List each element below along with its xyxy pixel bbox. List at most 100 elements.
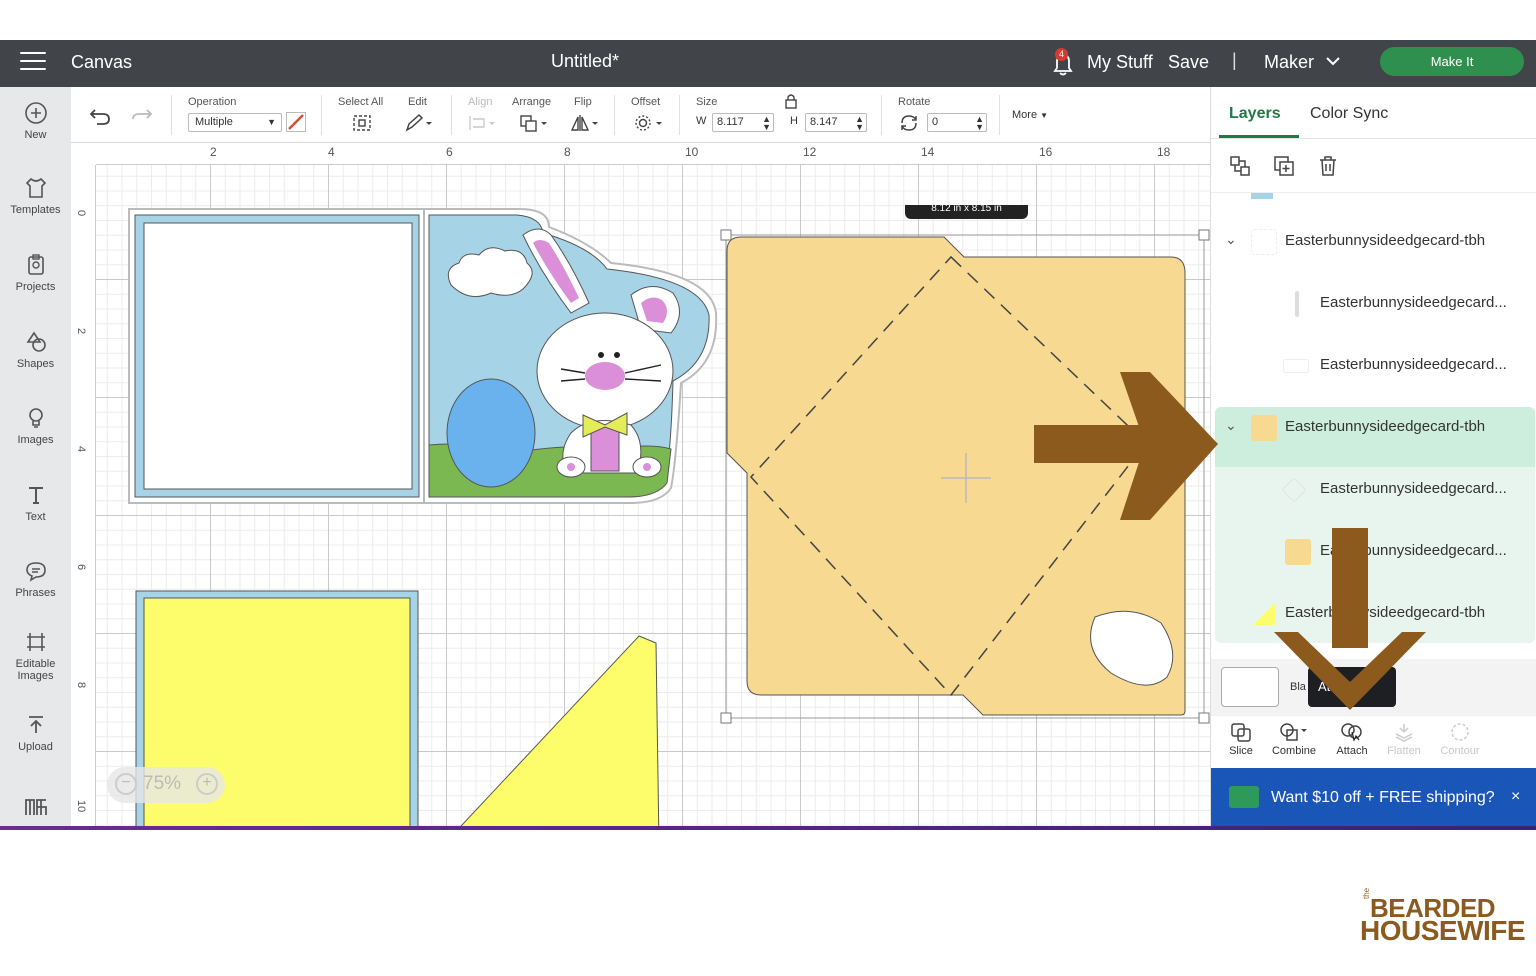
envelope-layer[interactable] xyxy=(720,229,1210,724)
sidebar-item-projects[interactable]: Projects xyxy=(0,253,71,293)
layer-label: Easterbunnysideedgecard... xyxy=(1320,356,1507,373)
edit-pen-icon[interactable] xyxy=(404,113,436,138)
hamburger-menu-icon[interactable] xyxy=(20,52,46,72)
flip-icon[interactable] xyxy=(570,113,602,138)
rotate-icon[interactable] xyxy=(898,113,920,138)
attach-tooltip: Attach xyxy=(1308,667,1396,707)
more-menu[interactable]: More ▼ xyxy=(1012,109,1048,121)
dropdown-arrow-icon: ▼ xyxy=(1040,111,1049,120)
zoom-control: − 75% + xyxy=(107,767,225,803)
yellow-triangle-layer[interactable] xyxy=(447,635,660,830)
blank-canvas-row[interactable]: Bla Attach xyxy=(1211,659,1536,715)
stepper-icon[interactable]: ▲ ▼ xyxy=(762,115,771,132)
coupon-icon xyxy=(1229,786,1259,808)
slice-icon xyxy=(1231,723,1251,742)
lock-ratio-icon[interactable] xyxy=(784,93,798,114)
sidebar-item-label: Projects xyxy=(15,281,56,293)
arrange-icon[interactable] xyxy=(518,113,550,138)
sidebar-item-text[interactable]: Text xyxy=(0,483,71,523)
layer-thumbnail xyxy=(1295,291,1299,317)
make-it-button[interactable]: Make It xyxy=(1380,47,1524,76)
plus-circle-icon xyxy=(24,102,47,124)
sidebar-item-phrases[interactable]: Phrases xyxy=(0,559,71,599)
zoom-in-button[interactable]: + xyxy=(196,773,218,795)
slice-button[interactable]: Slice xyxy=(1211,722,1271,757)
dimension-tooltip: 8.12 in x 8.15 in xyxy=(905,205,1028,219)
sidebar-item-label: Shapes xyxy=(16,358,55,370)
sidebar-item-label: Editable Images xyxy=(15,658,56,682)
upload-icon xyxy=(28,716,43,733)
layer-thumbnail xyxy=(1251,229,1277,255)
edit-label: Edit xyxy=(408,96,427,108)
speech-bubble-icon xyxy=(25,562,46,582)
chevron-down-icon[interactable]: ⌄ xyxy=(1225,231,1237,248)
blank-canvas-swatch[interactable] xyxy=(1221,667,1279,707)
logo-line-2: HOUSEWIFE xyxy=(1360,915,1526,946)
redo-icon[interactable] xyxy=(131,106,153,131)
promo-banner[interactable]: Want $10 off + FREE shipping? × xyxy=(1211,768,1536,830)
stepper-icon[interactable]: ▲ ▼ xyxy=(855,115,864,132)
topbar-separator: | xyxy=(1232,50,1237,70)
layer-row[interactable]: Easterbunnysideedgecard... xyxy=(1211,521,1536,583)
layer-row[interactable]: Easterbunnysideedgecard-tbh xyxy=(1211,583,1536,645)
close-icon[interactable]: × xyxy=(1511,788,1520,806)
clipboard-icon xyxy=(27,254,44,275)
my-stuff-link[interactable]: My Stuff xyxy=(1087,52,1153,73)
tab-layers[interactable]: Layers xyxy=(1229,105,1281,123)
contour-button[interactable]: Contour xyxy=(1430,722,1490,757)
machine-selector[interactable]: Maker xyxy=(1264,52,1314,73)
layer-group-row-selected[interactable]: ⌄ Easterbunnysideedgecard-tbh xyxy=(1211,397,1536,459)
delete-trash-icon[interactable] xyxy=(1317,155,1339,182)
undo-icon[interactable] xyxy=(89,106,111,131)
sidebar-item-upload[interactable]: Upload xyxy=(0,713,71,753)
width-input[interactable]: 8.117 ▲ ▼ xyxy=(712,113,774,132)
save-link[interactable]: Save xyxy=(1168,52,1209,73)
linetype-color-icon[interactable] xyxy=(286,112,306,132)
group-icon[interactable] xyxy=(1229,155,1251,182)
stepper-icon[interactable]: ▲ ▼ xyxy=(975,115,984,132)
layer-thumbnail xyxy=(1251,415,1277,441)
combine-button[interactable]: Combine xyxy=(1264,722,1324,757)
rotate-value: 0 xyxy=(932,116,939,128)
duplicate-icon[interactable] xyxy=(1273,155,1295,182)
layer-label: Easterbunnysideedgecard... xyxy=(1320,542,1507,559)
zoom-out-button[interactable]: − xyxy=(115,773,137,795)
layer-row[interactable]: Easterbunnysideedgecard... xyxy=(1211,459,1536,521)
operation-select[interactable]: Multiple ▼ xyxy=(188,113,282,132)
document-title[interactable]: Untitled* xyxy=(551,51,619,72)
card-front-panel[interactable] xyxy=(128,208,426,504)
design-canvas[interactable]: 2 4 6 8 10 12 14 16 18 0 2 4 6 8 10 8.12… xyxy=(71,143,1210,830)
flatten-button[interactable]: Flatten xyxy=(1374,722,1434,757)
active-tab-indicator xyxy=(1219,135,1299,138)
tool-label: Attach xyxy=(1336,745,1368,757)
sidebar-item-new[interactable]: New xyxy=(0,101,71,141)
attach-button[interactable]: Attach xyxy=(1322,722,1382,757)
sidebar-item-templates[interactable]: Templates xyxy=(0,176,71,216)
sidebar-item-images[interactable]: Images xyxy=(0,406,71,446)
select-all-label: Select All xyxy=(338,96,384,108)
tool-label: Flatten xyxy=(1387,745,1421,757)
operation-label: Operation xyxy=(188,96,237,108)
partial-layer-thumb xyxy=(1251,193,1273,199)
height-input[interactable]: 8.147 ▲ ▼ xyxy=(805,113,867,132)
select-all-icon[interactable] xyxy=(351,113,373,138)
rotate-input[interactable]: 0 ▲ ▼ xyxy=(927,113,987,132)
layer-group-row[interactable]: ⌄ Easterbunnysideedgecard-tbh xyxy=(1211,211,1536,273)
bunny-card-panel[interactable] xyxy=(423,208,718,504)
chevron-down-icon[interactable] xyxy=(1325,53,1341,69)
layer-row[interactable]: Easterbunnysideedgecard... xyxy=(1211,273,1536,335)
layer-thumbnail xyxy=(1253,603,1275,625)
layer-row[interactable]: Easterbunnysideedgecard... xyxy=(1211,335,1536,397)
sidebar-item-shapes[interactable]: Shapes xyxy=(0,330,71,370)
offset-icon[interactable] xyxy=(632,113,666,138)
sidebar-item-monogram[interactable] xyxy=(0,795,71,821)
toolbar-divider xyxy=(999,95,1000,135)
rotate-label: Rotate xyxy=(898,96,931,108)
sidebar-item-editable-images[interactable]: Editable Images xyxy=(0,630,71,682)
attach-icon xyxy=(1341,723,1362,742)
chevron-down-icon[interactable]: ⌄ xyxy=(1225,417,1237,434)
tab-color-sync[interactable]: Color Sync xyxy=(1310,105,1388,123)
notification-bell-icon[interactable]: 4 xyxy=(1050,48,1076,78)
width-value: 8.117 xyxy=(717,116,744,128)
arrange-label: Arrange xyxy=(512,96,552,108)
